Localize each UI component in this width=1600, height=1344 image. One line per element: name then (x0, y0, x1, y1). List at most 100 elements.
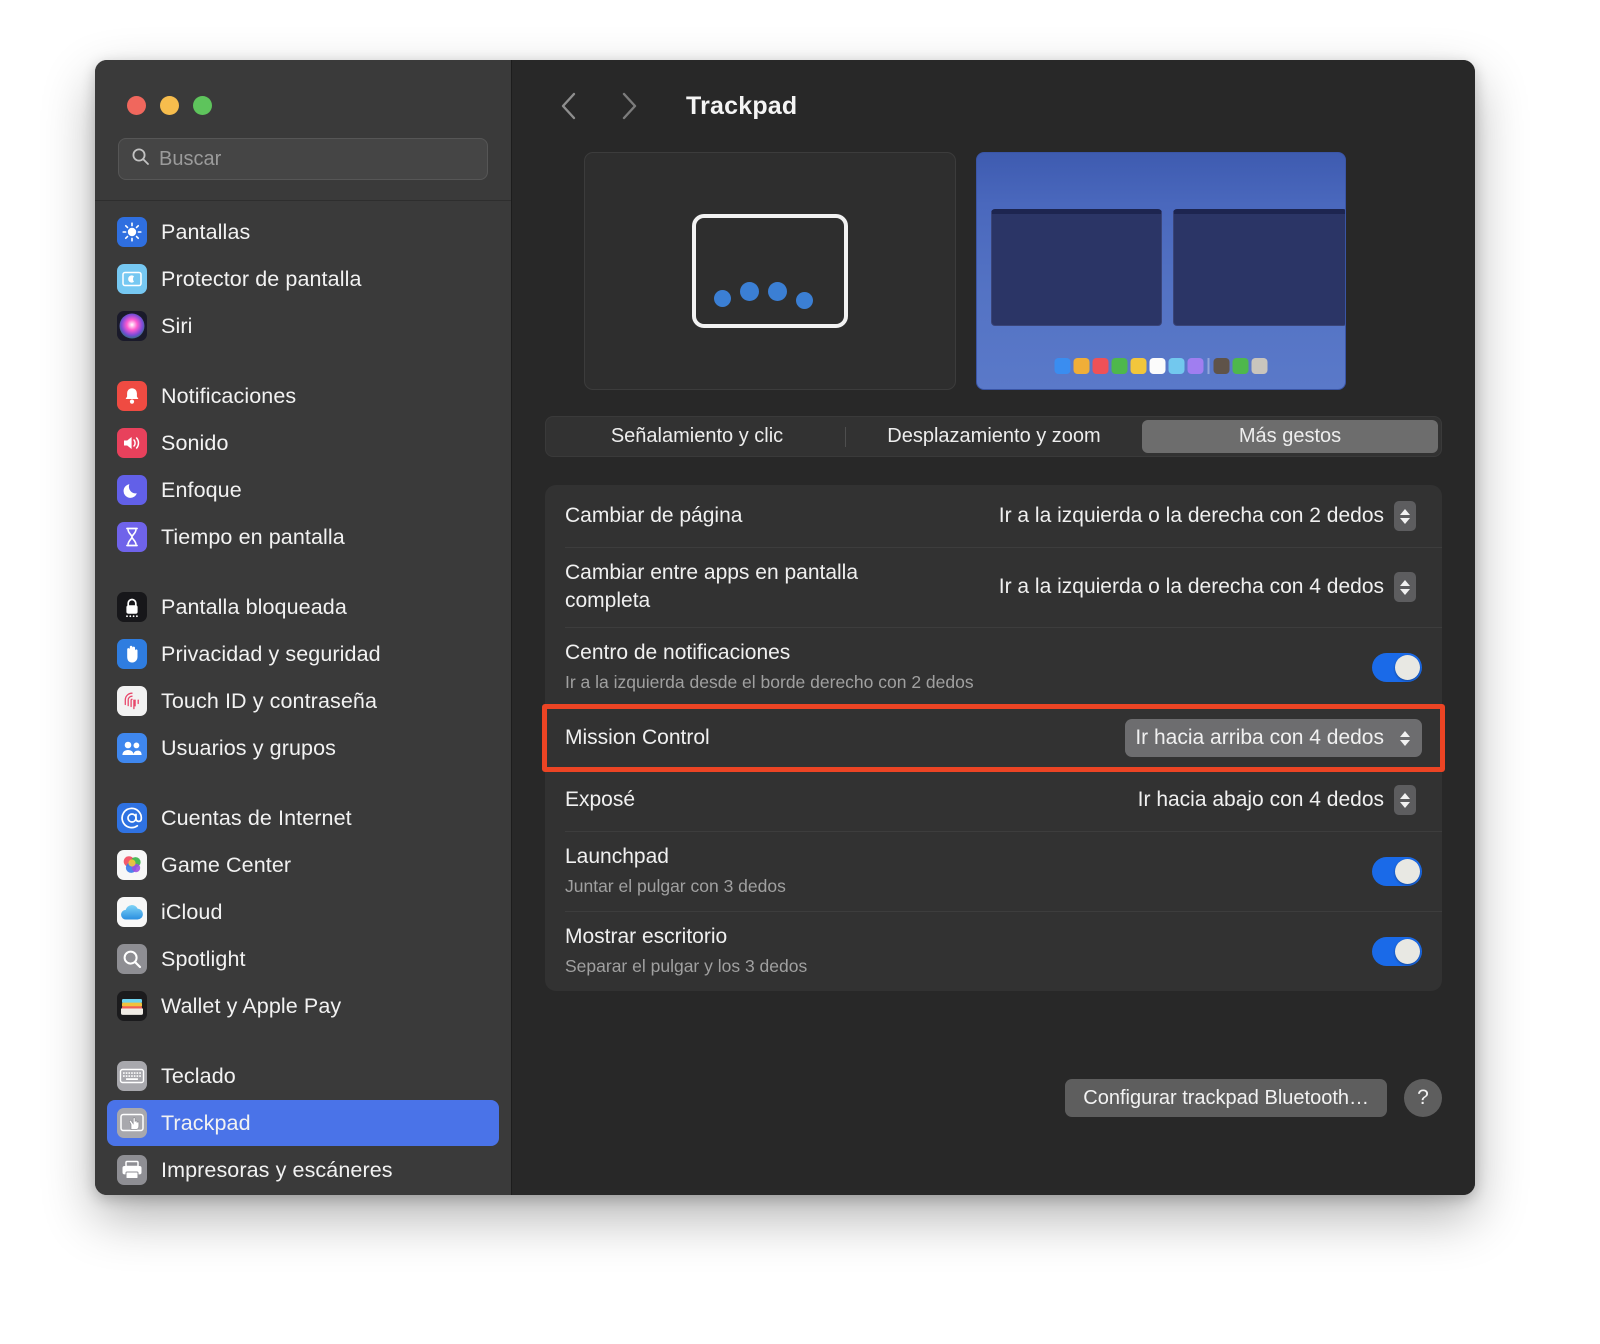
sidebar-item-teclado[interactable]: Teclado (107, 1053, 499, 1099)
toggle-switch-launchpad[interactable] (1372, 856, 1422, 886)
sidebar-item-label: Cuentas de Internet (161, 805, 352, 830)
setting-row-expos[interactable]: Exposé Ir hacia abajo con 4 dedos (545, 769, 1442, 831)
setting-control: Ir hacia abajo con 4 dedos (1128, 781, 1422, 819)
search-area: Buscar (95, 130, 511, 200)
sidebar-item-wallet-y-apple-pay[interactable]: Wallet y Apple Pay (107, 983, 499, 1029)
footer-actions: Configurar trackpad Bluetooth… ? (1065, 1079, 1442, 1117)
gamecenter-icon (117, 850, 147, 880)
search-field[interactable]: Buscar (118, 138, 488, 180)
setting-title: Mostrar escritorio (565, 925, 728, 948)
setting-subtitle: Separar el pulgar y los 3 dedos (565, 956, 808, 976)
brightness-icon (117, 217, 147, 247)
sidebar-item-trackpad[interactable]: Trackpad (107, 1100, 499, 1146)
sidebar-item-label: Teclado (161, 1063, 236, 1088)
popup-value: Ir a la izquierda o la derecha con 2 ded… (998, 504, 1384, 527)
sidebar-item-pantallas[interactable]: Pantallas (107, 209, 499, 255)
setting-row-centro-de-notificaciones[interactable]: Centro de notificaciones Ir a la izquierd… (545, 627, 1442, 707)
system-settings-window: Buscar Pantallas Protector de pantalla Sir… (95, 60, 1475, 1195)
setting-row-cambiar-entre-apps-en-pantalla-completa[interactable]: Cambiar entre apps en pantalla completa I… (545, 547, 1442, 627)
sidebar-item-usuarios-y-grupos[interactable]: Usuarios y grupos (107, 725, 499, 771)
sidebar-item-game-center[interactable]: Game Center (107, 842, 499, 888)
setting-labels: Exposé (565, 774, 1128, 826)
close-button[interactable] (127, 96, 146, 115)
sidebar-item-impresoras-y-esc-neres[interactable]: Impresoras y escáneres (107, 1147, 499, 1193)
sidebar-item-touch-id-y-contrase-a[interactable]: Touch ID y contraseña (107, 678, 499, 724)
sidebar-item-spotlight[interactable]: Spotlight (107, 936, 499, 982)
sidebar-item-privacidad-y-seguridad[interactable]: Privacidad y seguridad (107, 631, 499, 677)
toggle-switch-mostrar-escritorio[interactable] (1372, 936, 1422, 966)
sidebar-item-label: Pantallas (161, 219, 251, 244)
gesture-tabs[interactable]: Señalamiento y clic Desplazamiento y zoo… (545, 416, 1442, 457)
setting-control (1372, 856, 1422, 886)
search-icon (117, 944, 147, 974)
setting-row-mostrar-escritorio[interactable]: Mostrar escritorio Separar el pulgar y lo… (545, 911, 1442, 991)
chevron-updown-icon[interactable] (1394, 572, 1416, 602)
at-icon (117, 803, 147, 833)
sidebar-item-pantalla-bloqueada[interactable]: Pantalla bloqueada (107, 584, 499, 630)
sidebar-item-label: Spotlight (161, 946, 246, 971)
dock-divider (1207, 358, 1210, 374)
gesture-illustration (584, 152, 956, 390)
setting-control (1372, 936, 1422, 966)
sidebar-item-enfoque[interactable]: Enfoque (107, 467, 499, 513)
setting-row-mission-control[interactable]: Mission Control Ir hacia arriba con 4 ded… (545, 707, 1442, 769)
tab-label: Desplazamiento y zoom (887, 425, 1101, 447)
setting-title: Launchpad (565, 845, 669, 868)
setting-row-cambiar-de-p-gina[interactable]: Cambiar de página Ir a la izquierda o la … (545, 485, 1442, 547)
setting-title: Mission Control (565, 726, 710, 749)
sidebar-item-sonido[interactable]: Sonido (107, 420, 499, 466)
dock-icon (1130, 358, 1147, 374)
keyboard-icon (117, 1061, 147, 1091)
sidebar-item-label: Sonido (161, 430, 229, 455)
setting-title: Cambiar entre apps en pantalla completa (565, 561, 859, 612)
zoom-button[interactable] (193, 96, 212, 115)
sidebar: Buscar Pantallas Protector de pantalla Sir… (95, 60, 512, 1195)
siri-icon (117, 311, 147, 341)
chevron-updown-icon[interactable] (1394, 501, 1416, 531)
tab-mas-gestos[interactable]: Más gestos (1142, 420, 1438, 453)
forward-button[interactable] (607, 84, 651, 128)
hourglass-icon (117, 522, 147, 552)
popup-button-mission-control[interactable]: Ir hacia arriba con 4 dedos (1125, 719, 1422, 757)
wallet-icon (117, 991, 147, 1021)
sidebar-item-notificaciones[interactable]: Notificaciones (107, 373, 499, 419)
back-button[interactable] (547, 84, 591, 128)
sidebar-item-protector-de-pantalla[interactable]: Protector de pantalla (107, 256, 499, 302)
toolbar: Trackpad (512, 60, 1475, 152)
popup-value: Ir a la izquierda o la derecha con 4 ded… (998, 575, 1384, 598)
popup-button-cambiar-de-p-gina[interactable]: Ir a la izquierda o la derecha con 2 ded… (989, 497, 1422, 535)
setting-title: Centro de notificaciones (565, 641, 791, 664)
toggle-knob (1395, 938, 1420, 964)
sidebar-item-label: Wallet y Apple Pay (161, 993, 342, 1018)
setting-labels: Mission Control (565, 712, 1125, 764)
search-placeholder: Buscar (159, 147, 222, 170)
users-icon (117, 733, 147, 763)
sidebar-item-label: Touch ID y contraseña (161, 688, 378, 713)
main-panel: Trackpad Señalamiento y clic Desplazamie… (512, 60, 1475, 1195)
configure-bluetooth-trackpad-button[interactable]: Configurar trackpad Bluetooth… (1065, 1079, 1387, 1117)
tab-label: Señalamiento y clic (610, 425, 784, 447)
row-divider (565, 707, 1442, 708)
tab-label: Más gestos (1238, 425, 1342, 447)
minimize-button[interactable] (160, 96, 179, 115)
sidebar-item-icloud[interactable]: iCloud (107, 889, 499, 935)
setting-row-launchpad[interactable]: Launchpad Juntar el pulgar con 3 dedos (545, 831, 1442, 911)
sidebar-item-label: Pantalla bloqueada (161, 594, 347, 619)
sidebar-list[interactable]: Pantallas Protector de pantalla Siri Notifi… (95, 201, 511, 1195)
chevron-updown-icon[interactable] (1394, 723, 1416, 753)
sidebar-item-cuentas-de-internet[interactable]: Cuentas de Internet (107, 795, 499, 841)
sidebar-item-siri[interactable]: Siri (107, 303, 499, 349)
popup-button-expos[interactable]: Ir hacia abajo con 4 dedos (1128, 781, 1422, 819)
setting-subtitle: Juntar el pulgar con 3 dedos (565, 876, 786, 896)
toggle-switch-centro-de-notificaciones[interactable] (1372, 652, 1422, 682)
help-button[interactable]: ? (1404, 1079, 1442, 1117)
tab-senalamiento-y-clic[interactable]: Señalamiento y clic (549, 420, 845, 453)
chevron-updown-icon[interactable] (1394, 785, 1416, 815)
tab-desplazamiento-y-zoom[interactable]: Desplazamiento y zoom (846, 420, 1142, 453)
preview-row (512, 152, 1475, 390)
preview-window (991, 209, 1162, 326)
sidebar-item-tiempo-en-pantalla[interactable]: Tiempo en pantalla (107, 514, 499, 560)
popup-button-cambiar-entre-apps-en-pantalla-completa[interactable]: Ir a la izquierda o la derecha con 4 ded… (989, 568, 1422, 606)
